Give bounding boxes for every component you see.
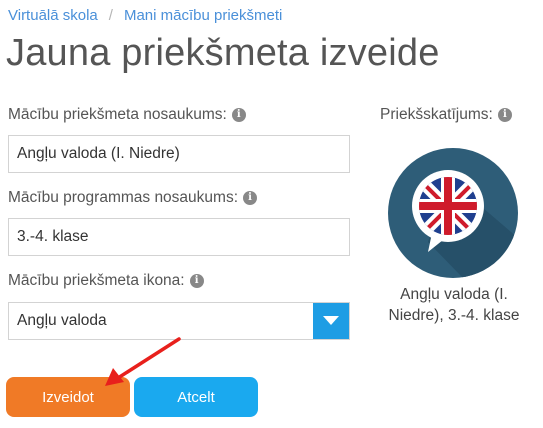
subject-name-label: Mācību priekšmeta nosaukums: i [8, 106, 246, 124]
program-name-input[interactable] [8, 218, 350, 256]
program-name-label-text: Mācību programmas nosaukums: [8, 189, 239, 206]
preview-caption: Angļu valoda (I. Niedre), 3.-4. klase [388, 286, 520, 324]
preview-label-text: Priekšskatījums: [380, 106, 493, 123]
subject-name-label-text: Mācību priekšmeta nosaukums: [8, 106, 227, 123]
subject-icon-label-text: Mācību priekšmeta ikona: [8, 272, 185, 289]
preview-label: Priekšskatījums: i [380, 106, 512, 124]
page-title: Jauna priekšmeta izveide [6, 32, 440, 74]
info-icon[interactable]: i [497, 108, 512, 122]
breadcrumb-link-my-subjects[interactable]: Mani mācību priekšmeti [124, 7, 282, 24]
create-button[interactable]: Izveidot [6, 377, 130, 417]
info-icon[interactable]: i [189, 274, 204, 288]
info-icon[interactable]: i [243, 191, 258, 205]
cancel-button[interactable]: Atcelt [134, 377, 258, 417]
info-icon[interactable]: i [231, 108, 246, 122]
subject-name-input[interactable] [8, 135, 350, 173]
breadcrumb-link-virtual-school[interactable]: Virtuālā skola [8, 7, 98, 24]
breadcrumb: Virtuālā skola / Mani mācību priekšmeti [8, 7, 282, 24]
breadcrumb-separator: / [108, 7, 113, 24]
subject-icon-select-value: Angļu valoda [17, 312, 107, 329]
subject-icon-label: Mācību priekšmeta ikona: i [8, 272, 204, 290]
subject-icon-select[interactable]: Angļu valoda [8, 302, 350, 340]
chevron-down-icon[interactable] [313, 303, 349, 339]
program-name-label: Mācību programmas nosaukums: i [8, 189, 258, 207]
uk-flag-speech-bubble-icon [388, 148, 518, 278]
